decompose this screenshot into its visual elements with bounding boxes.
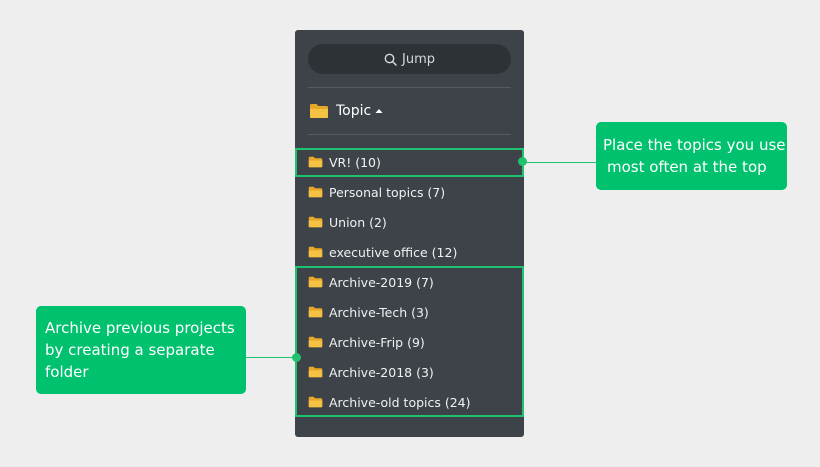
connector-line — [246, 357, 297, 358]
highlight-frequent-topics — [295, 148, 524, 177]
folder-item-union[interactable]: Union (2) — [308, 211, 511, 233]
highlight-archive-folders — [295, 266, 524, 417]
topic-header-label: Topic — [336, 103, 372, 119]
callout-archive: Archive previous projects by creating a … — [36, 306, 246, 394]
folder-item-label: Union (2) — [329, 214, 387, 230]
folder-icon — [308, 186, 323, 198]
divider — [308, 134, 511, 135]
callout-text: by creating a separate — [45, 341, 215, 359]
jump-label: Jump — [402, 51, 435, 67]
connector-dot — [518, 157, 527, 166]
folder-item-label: executive office (12) — [329, 244, 458, 260]
folder-icon — [310, 104, 328, 118]
topic-sort-header[interactable]: Topic — [309, 100, 383, 122]
folder-icon — [308, 246, 323, 258]
divider — [308, 87, 511, 88]
callout-text: Archive previous projects — [45, 319, 235, 337]
search-icon — [384, 53, 397, 66]
folder-icon — [308, 216, 323, 228]
callout-text: most often at the top — [607, 158, 767, 176]
callout-text: Place the topics you use — [603, 136, 786, 154]
callout-text: folder — [45, 363, 89, 381]
jump-search-button[interactable]: Jump — [308, 44, 511, 74]
connector-line — [523, 162, 597, 163]
folder-item-executive-office[interactable]: executive office (12) — [308, 241, 511, 263]
connector-dot — [292, 353, 301, 362]
folder-item-personal-topics[interactable]: Personal topics (7) — [308, 181, 511, 203]
caret-up-icon — [375, 109, 383, 113]
callout-frequent-topics: Place the topics you use most often at t… — [596, 122, 787, 190]
folder-item-label: Personal topics (7) — [329, 184, 446, 200]
